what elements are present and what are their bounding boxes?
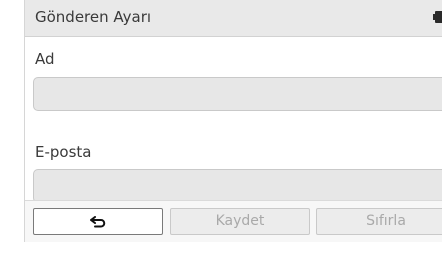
page-title: Gönderen Ayarı: [35, 8, 152, 26]
email-label: E-posta: [35, 143, 92, 161]
back-button[interactable]: [33, 208, 163, 235]
reset-button[interactable]: Sıfırla: [316, 208, 442, 235]
title-bar: Gönderen Ayarı: [25, 0, 442, 37]
bottom-action-bar: Kaydet Sıfırla: [25, 200, 442, 242]
back-arrow-icon: [90, 215, 106, 227]
name-field[interactable]: [33, 77, 442, 111]
sender-settings-screen: Gönderen Ayarı Ad E-posta Kaydet Sıfırla: [24, 0, 442, 242]
save-button[interactable]: Kaydet: [170, 208, 310, 235]
name-label: Ad: [35, 50, 55, 68]
battery-icon: [433, 11, 442, 23]
email-field[interactable]: [33, 169, 442, 203]
